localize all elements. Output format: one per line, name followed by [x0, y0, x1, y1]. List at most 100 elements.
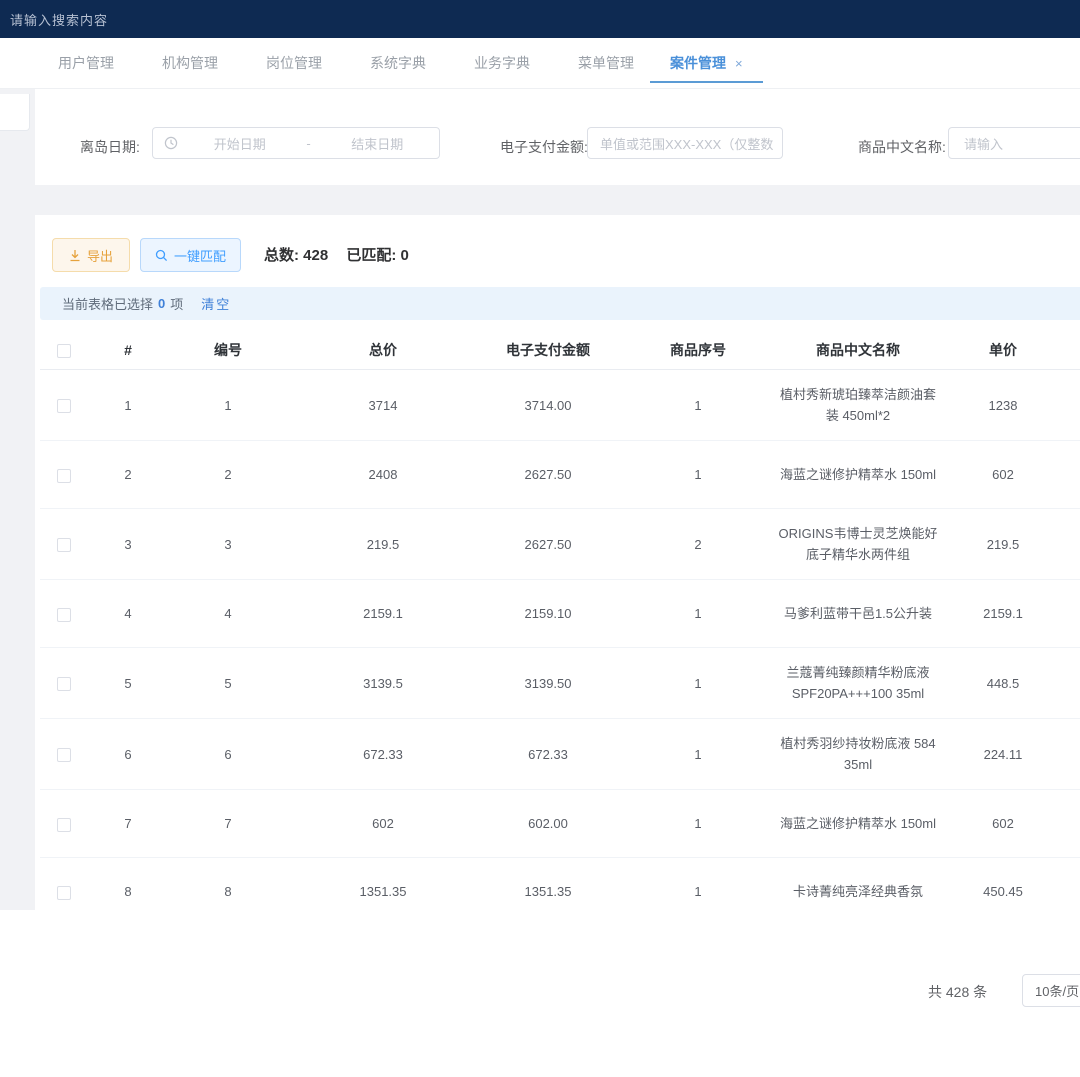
column-header: 单价 [938, 340, 1068, 361]
table-row: 1 1 3714 3714.00 1 植村秀新琥珀臻萃洁颜油套装 450ml*2… [40, 370, 1080, 441]
column-header: 商品序号 [618, 340, 778, 361]
cell-code: 7 [168, 813, 288, 834]
cell-epay-amount: 3714.00 [478, 395, 618, 416]
cell-unit-price: 602 [938, 464, 1068, 485]
cell-code: 6 [168, 744, 288, 765]
date-end-placeholder[interactable]: 结束日期 [316, 134, 440, 153]
cell-unit-price: 602 [938, 813, 1068, 834]
cell-code: 4 [168, 603, 288, 624]
table-row: 2 2 2408 2627.50 1 海蓝之谜修护精萃水 150ml 602 [40, 441, 1080, 509]
cell-product-name: 植村秀新琥珀臻萃洁颜油套装 450ml*2 [778, 384, 938, 426]
tab-业务字典[interactable]: 业务字典 [450, 38, 554, 88]
cell-unit-price: 448.5 [938, 673, 1068, 694]
product-name-input[interactable]: 请输入 [948, 127, 1080, 159]
column-header: 电子支付金额 [478, 340, 618, 361]
cell-product-seq: 1 [618, 395, 778, 416]
matched-value: 0 [401, 247, 409, 264]
tab-用户管理[interactable]: 用户管理 [34, 38, 138, 88]
date-range-input[interactable]: 开始日期 - 结束日期 [152, 127, 440, 159]
select-all-checkbox[interactable] [57, 344, 71, 358]
clock-icon [164, 136, 178, 150]
cell-index: 1 [88, 395, 168, 416]
totals-summary: 总数: 428 已匹配: 0 [264, 244, 409, 265]
tab-close-icon[interactable]: × [735, 56, 743, 71]
date-start-placeholder[interactable]: 开始日期 [178, 134, 302, 153]
cell-product-name: 海蓝之谜修护精萃水 150ml [778, 813, 938, 834]
cell-code: 8 [168, 881, 288, 902]
tab-菜单管理[interactable]: 菜单管理 [554, 38, 658, 88]
tab-案件管理[interactable]: 案件管理× [658, 38, 759, 88]
cell-product-name: 兰蔻菁纯臻颜精华粉底液SPF20PA+++100 35ml [778, 662, 938, 704]
cell-epay-amount: 672.33 [478, 744, 618, 765]
cell-total-price: 1351.35 [288, 881, 478, 902]
global-search-input[interactable]: 请输入搜索内容 [10, 10, 108, 29]
tab-机构管理[interactable]: 机构管理 [138, 38, 242, 88]
sidebar-collapse-corner[interactable] [0, 94, 30, 131]
section-divider [0, 185, 1080, 215]
cell-product-seq: 1 [618, 464, 778, 485]
table-row: 3 3 219.5 2627.50 2 ORIGINS韦博士灵芝焕能好底子精华水… [40, 509, 1080, 580]
column-header: 编号 [168, 340, 288, 361]
cell-total-price: 2408 [288, 464, 478, 485]
cell-product-seq: 2 [618, 534, 778, 555]
row-checkbox[interactable] [57, 748, 71, 762]
selection-count: 0 [158, 296, 165, 311]
total-value: 428 [303, 247, 328, 264]
cell-product-name: 海蓝之谜修护精萃水 150ml [778, 464, 938, 485]
search-icon [155, 249, 168, 262]
cell-code: 3 [168, 534, 288, 555]
cell-total-price: 3139.5 [288, 673, 478, 694]
cell-epay-amount: 602.00 [478, 813, 618, 834]
cell-total-price: 2159.1 [288, 603, 478, 624]
cell-unit-price: 219.5 [938, 534, 1068, 555]
export-button[interactable]: 导出 [52, 238, 130, 272]
table-row: 6 6 672.33 672.33 1 植村秀羽纱持妆粉底液 584 35ml … [40, 719, 1080, 790]
cell-index: 4 [88, 603, 168, 624]
cell-epay-amount: 2627.50 [478, 464, 618, 485]
cell-unit-price: 2159.1 [938, 603, 1068, 624]
cell-index: 7 [88, 813, 168, 834]
cell-epay-amount: 1351.35 [478, 881, 618, 902]
cell-epay-amount: 2627.50 [478, 534, 618, 555]
tab-系统字典[interactable]: 系统字典 [346, 38, 450, 88]
table-panel: 导出 一键匹配 总数: 428 已匹配: 0 当前表格已选择 0 项 清空 #编… [35, 215, 1080, 908]
top-navbar: 请输入搜索内容 [0, 0, 1080, 38]
date-filter-label: 离岛日期: [80, 137, 140, 157]
cell-unit-price: 224.11 [938, 744, 1068, 765]
selection-bar: 当前表格已选择 0 项 清空 [40, 287, 1080, 320]
row-checkbox[interactable] [57, 538, 71, 552]
column-header: 总价 [288, 340, 478, 361]
cell-epay-amount: 2159.10 [478, 603, 618, 624]
column-header: 商品中文名称 [778, 340, 938, 361]
amount-input[interactable]: 单值或范围XXX-XXX（仅整数 [587, 127, 783, 159]
cell-code: 1 [168, 395, 288, 416]
clear-selection-link[interactable]: 清空 [201, 294, 231, 313]
cell-total-price: 3714 [288, 395, 478, 416]
cell-code: 5 [168, 673, 288, 694]
row-checkbox[interactable] [57, 399, 71, 413]
cell-product-name: 卡诗菁纯亮泽经典香氛 [778, 881, 938, 902]
row-checkbox[interactable] [57, 677, 71, 691]
cell-epay-amount: 3139.50 [478, 673, 618, 694]
total-label: 总数: [264, 247, 299, 264]
cell-product-name: 马爹利蓝带干邑1.5公升装 [778, 603, 938, 624]
row-checkbox[interactable] [57, 818, 71, 832]
table-body: 1 1 3714 3714.00 1 植村秀新琥珀臻萃洁颜油套装 450ml*2… [40, 370, 1080, 908]
amount-filter-label: 电子支付金额: [500, 137, 588, 157]
one-click-match-button[interactable]: 一键匹配 [140, 238, 241, 272]
cell-index: 8 [88, 881, 168, 902]
page-size-select[interactable]: 10条/页 [1022, 974, 1080, 1007]
cell-product-seq: 1 [618, 673, 778, 694]
tab-岗位管理[interactable]: 岗位管理 [242, 38, 346, 88]
row-checkbox[interactable] [57, 608, 71, 622]
table-row: 8 8 1351.35 1351.35 1 卡诗菁纯亮泽经典香氛 450.45 [40, 858, 1080, 908]
cell-product-seq: 1 [618, 813, 778, 834]
selection-suffix: 项 [170, 294, 183, 313]
download-icon [69, 249, 81, 262]
table-row: 7 7 602 602.00 1 海蓝之谜修护精萃水 150ml 602 [40, 790, 1080, 858]
row-checkbox[interactable] [57, 469, 71, 483]
table-row: 5 5 3139.5 3139.50 1 兰蔻菁纯臻颜精华粉底液SPF20PA+… [40, 648, 1080, 719]
cell-index: 5 [88, 673, 168, 694]
table-row: 4 4 2159.1 2159.10 1 马爹利蓝带干邑1.5公升装 2159.… [40, 580, 1080, 648]
row-checkbox[interactable] [57, 886, 71, 900]
